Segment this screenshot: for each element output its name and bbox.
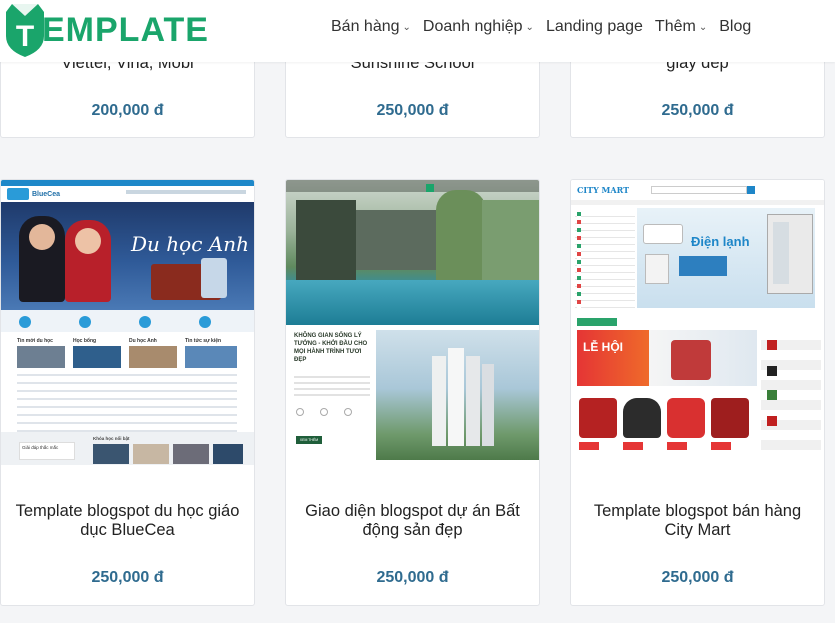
thumb-banner-text: Du học Anh [131,232,249,256]
thumb-section: Tin tức sự kiện [185,338,222,344]
product-price: 250,000 đ [661,102,734,119]
thumb-section: Tin mới du học [17,338,53,344]
thumb-section: Du học Anh [129,338,157,344]
nav-label: Thêm [654,18,696,35]
product-card[interactable]: CITY MART Điện lạnh LỄ HỘI Template blog… [570,179,825,606]
thumb-footer-label: Khóa học nổi bật [93,436,130,441]
product-title[interactable]: Giao diện blogspot dự án Bất động sản đẹ… [294,502,531,540]
thumb-brand: BlueCea [32,190,61,198]
thumb-sale-text: LỄ HỘI [583,340,624,354]
nav-label: Landing page [545,18,643,35]
thumb-button: XEM THÊM [296,436,322,444]
product-title[interactable]: Template blogspot du học giáo dục BlueCe… [9,502,246,540]
product-price: 250,000 đ [376,102,449,119]
thumb-heading: KHÔNG GIAN SỐNG LÝ TƯỞNG - KHỞI ĐẦU CHO … [294,333,368,363]
site-logo[interactable]: T EMPLATE [4,2,209,58]
product-thumbnail[interactable]: CITY MART Điện lạnh LỄ HỘI [571,180,824,465]
chevron-down-icon: ⌄ [525,21,534,33]
product-price: 250,000 đ [661,569,734,586]
main-nav: Bán hàng ⌄ Doanh nghiệp ⌄ Landing page T… [331,18,763,36]
logo-shield-icon: T [4,2,44,58]
logo-letter: T [16,20,34,53]
product-card[interactable]: BlueCea Du học Anh Tin mới du học Học bổ… [0,179,255,606]
product-card[interactable]: KHÔNG GIAN SỐNG LÝ TƯỞNG - KHỞI ĐẦU CHO … [285,179,540,606]
product-price: 250,000 đ [376,569,449,586]
product-price: 250,000 đ [91,569,164,586]
product-thumbnail[interactable]: BlueCea Du học Anh Tin mới du học Học bổ… [1,180,254,465]
product-price: 200,000 đ [91,102,164,119]
thumb-banner-text: Điện lạnh [691,234,750,249]
thumb-brand: CITY MART [577,185,630,195]
logo-text: EMPLATE [42,10,209,49]
nav-item-doanh-nghiep[interactable]: Doanh nghiệp ⌄ [423,18,534,36]
nav-item-ban-hang[interactable]: Bán hàng ⌄ [331,18,411,36]
site-header: T EMPLATE Bán hàng ⌄ Doanh nghiệp ⌄ Land… [0,0,835,62]
nav-item-landing-page[interactable]: Landing page [546,18,643,36]
product-thumbnail[interactable]: KHÔNG GIAN SỐNG LÝ TƯỞNG - KHỞI ĐẦU CHO … [286,180,539,465]
nav-label: Blog [719,18,752,35]
nav-label: Bán hàng [331,18,400,35]
nav-item-them[interactable]: Thêm ⌄ [655,18,707,36]
chevron-down-icon: ⌄ [698,21,708,33]
thumb-footer-box: Giải đáp thắc mắc [19,442,75,460]
chevron-down-icon: ⌄ [402,21,411,33]
product-title[interactable]: Template blogspot bán hàng City Mart [579,502,816,540]
nav-label: Doanh nghiệp [422,18,523,35]
thumb-section: Học bổng [73,338,97,344]
nav-item-blog[interactable]: Blog [719,18,751,36]
